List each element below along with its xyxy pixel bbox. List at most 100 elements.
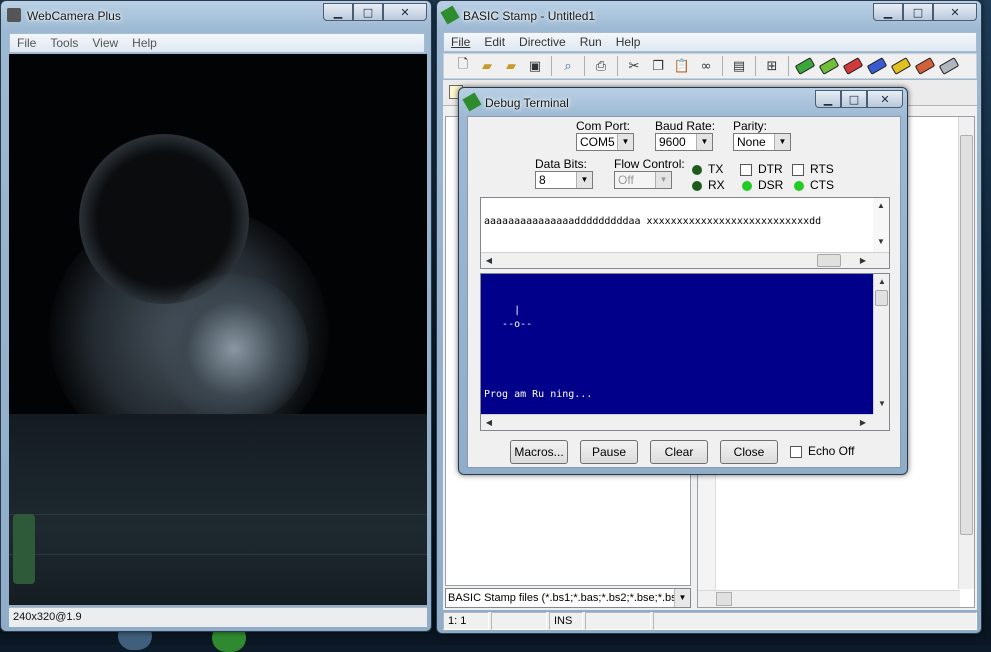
stamp-chip-blue-icon[interactable] xyxy=(866,55,888,77)
receive-text: | --o-- Prog am Ru ning... xyxy=(481,274,873,414)
flow-control-label: Flow Control: xyxy=(614,157,685,171)
maximize-button[interactable]: □ xyxy=(903,3,933,21)
menu-run[interactable]: Run xyxy=(573,35,609,49)
cursor-position: 1: 1 xyxy=(443,612,489,630)
status-cell-empty xyxy=(491,612,547,630)
webcam-window[interactable]: WebCamera Plus ▁ □ ✕ File Tools View Hel… xyxy=(0,0,432,632)
stamp-chip-gray-icon[interactable] xyxy=(938,55,960,77)
pause-button[interactable]: Pause xyxy=(580,440,638,464)
stamp-title: BASIC Stamp - Untitled1 xyxy=(463,9,596,23)
stamp-chip-orange-icon[interactable] xyxy=(914,55,936,77)
editor-horizontal-scrollbar[interactable] xyxy=(698,590,960,607)
save-icon[interactable]: ▣ xyxy=(524,55,546,77)
rx-label: RX xyxy=(708,178,725,192)
webcam-statusbar: 240x320@1.9 xyxy=(9,607,427,627)
copy-icon[interactable]: ❐ xyxy=(647,55,669,77)
close-terminal-button[interactable]: Close xyxy=(720,440,778,464)
editor-vertical-scrollbar[interactable] xyxy=(958,117,974,589)
debug-icon[interactable] xyxy=(818,55,840,77)
find-icon[interactable]: ⌕ xyxy=(557,55,579,77)
menu-directive[interactable]: Directive xyxy=(512,35,573,49)
run-icon[interactable] xyxy=(794,55,816,77)
baud-rate-label: Baud Rate: xyxy=(655,119,716,133)
dtr-label: DTR xyxy=(758,162,783,176)
menu-help[interactable]: Help xyxy=(609,35,648,49)
echo-off-label: Echo Off xyxy=(808,444,855,458)
dsr-label: DSR xyxy=(758,178,784,192)
binoculars-icon[interactable]: ∞ xyxy=(695,55,717,77)
minimize-button[interactable]: ▁ xyxy=(323,3,353,21)
maximize-button[interactable]: □ xyxy=(353,3,383,21)
parity-select[interactable]: None ▼ xyxy=(733,133,791,151)
receive-horizontal-scrollbar[interactable]: ◀ ▶ xyxy=(481,414,873,430)
webcam-title: WebCamera Plus xyxy=(27,9,121,23)
stamp-titlebar[interactable]: BASIC Stamp - Untitled1 ▁ □ ✕ xyxy=(437,1,981,29)
open-folder-icon[interactable]: ▰ xyxy=(476,55,498,77)
rts-checkbox[interactable] xyxy=(792,164,804,176)
chevron-down-icon[interactable]: ▼ xyxy=(576,172,592,188)
menu-edit[interactable]: Edit xyxy=(477,35,512,49)
data-bits-value: 8 xyxy=(539,173,546,187)
menu-file[interactable]: File xyxy=(444,35,477,49)
macros-button[interactable]: Macros... xyxy=(510,440,568,464)
paste-icon[interactable]: 📋 xyxy=(671,55,693,77)
camera-feed xyxy=(9,54,427,605)
parity-value: None xyxy=(737,135,766,149)
transmit-vertical-scrollbar[interactable]: ▲ ▼ xyxy=(873,198,889,252)
cut-icon[interactable]: ✂ xyxy=(623,55,645,77)
memory-map-icon[interactable]: ▤ xyxy=(728,55,750,77)
com-port-select[interactable]: COM5 ▼ xyxy=(576,133,634,151)
debug-titlebar[interactable]: Debug Terminal ▁ □ ✕ xyxy=(459,88,907,116)
chevron-down-icon[interactable]: ▼ xyxy=(774,134,790,150)
menu-help[interactable]: Help xyxy=(125,36,164,50)
echo-off-checkbox[interactable] xyxy=(790,446,802,458)
stamp-chip-red-icon[interactable] xyxy=(842,55,864,77)
minimize-button[interactable]: ▁ xyxy=(873,3,903,21)
cts-label: CTS xyxy=(810,178,834,192)
receive-pane[interactable]: | --o-- Prog am Ru ning... ▲ ▼ ◀ ▶ xyxy=(480,273,890,431)
close-button[interactable]: ✕ xyxy=(383,3,427,21)
com-port-value: COM5 xyxy=(580,135,615,149)
chevron-down-icon[interactable]: ▼ xyxy=(617,134,633,150)
transmit-text: aaaaaaaaaaaaaaadddddddddaa xxxxxxxxxxxxx… xyxy=(484,216,822,227)
close-button[interactable]: ✕ xyxy=(933,3,977,21)
identify-icon[interactable]: ⊞ xyxy=(761,55,783,77)
menu-view[interactable]: View xyxy=(85,36,125,50)
chevron-down-icon[interactable]: ▼ xyxy=(696,134,712,150)
print-icon[interactable]: ⎙ xyxy=(590,55,612,77)
transmit-pane[interactable]: aaaaaaaaaaaaaaadddddddddaa xxxxxxxxxxxxx… xyxy=(480,197,890,269)
stamp-statusbar: 1: 1 INS xyxy=(443,612,977,630)
menu-file[interactable]: File xyxy=(10,36,43,50)
clear-button[interactable]: Clear xyxy=(650,440,708,464)
dsr-led-icon xyxy=(742,181,752,191)
cts-led-icon xyxy=(794,181,804,191)
transmit-horizontal-scrollbar[interactable]: ◀ ▶ xyxy=(481,252,889,268)
file-type-filter[interactable]: BASIC Stamp files (*.bs1;*.bas;*.bs2;*.b… xyxy=(445,588,691,608)
close-button[interactable]: ✕ xyxy=(867,90,903,108)
minimize-button[interactable]: ▁ xyxy=(815,90,841,108)
new-file-icon[interactable]: 🗋 xyxy=(452,55,474,77)
status-cell-empty xyxy=(653,612,977,630)
tx-led-icon xyxy=(692,165,702,175)
receive-vertical-scrollbar[interactable]: ▲ ▼ xyxy=(873,274,889,414)
insert-mode: INS xyxy=(549,612,583,630)
dtr-checkbox[interactable] xyxy=(740,164,752,176)
stamp-toolbar: 🗋 ▰ ▰ ▣ ⌕ ⎙ ✂ ❐ 📋 ∞ ▤ ⊞ xyxy=(443,53,977,79)
file-type-filter-value: BASIC Stamp files (*.bs1;*.bas;*.bs2;*.b… xyxy=(448,592,690,604)
debug-terminal-icon xyxy=(462,92,482,112)
chevron-down-icon: ▼ xyxy=(655,172,671,188)
menu-tools[interactable]: Tools xyxy=(43,36,85,50)
stamp-app-icon xyxy=(440,5,460,25)
maximize-button[interactable]: □ xyxy=(841,90,867,108)
chevron-down-icon[interactable]: ▼ xyxy=(674,589,690,607)
open-recent-icon[interactable]: ▰ xyxy=(500,55,522,77)
data-bits-select[interactable]: 8 ▼ xyxy=(535,171,593,189)
debug-terminal-window[interactable]: Debug Terminal ▁ □ ✕ Com Port: COM5 ▼ Ba… xyxy=(458,87,908,475)
status-cell-empty xyxy=(585,612,651,630)
stamp-chip-yellow-icon[interactable] xyxy=(890,55,912,77)
parity-label: Parity: xyxy=(733,119,768,133)
rts-label: RTS xyxy=(810,162,834,176)
com-port-label: Com Port: xyxy=(576,119,631,133)
webcam-titlebar[interactable]: WebCamera Plus ▁ □ ✕ xyxy=(1,1,431,29)
baud-rate-select[interactable]: 9600 ▼ xyxy=(655,133,713,151)
